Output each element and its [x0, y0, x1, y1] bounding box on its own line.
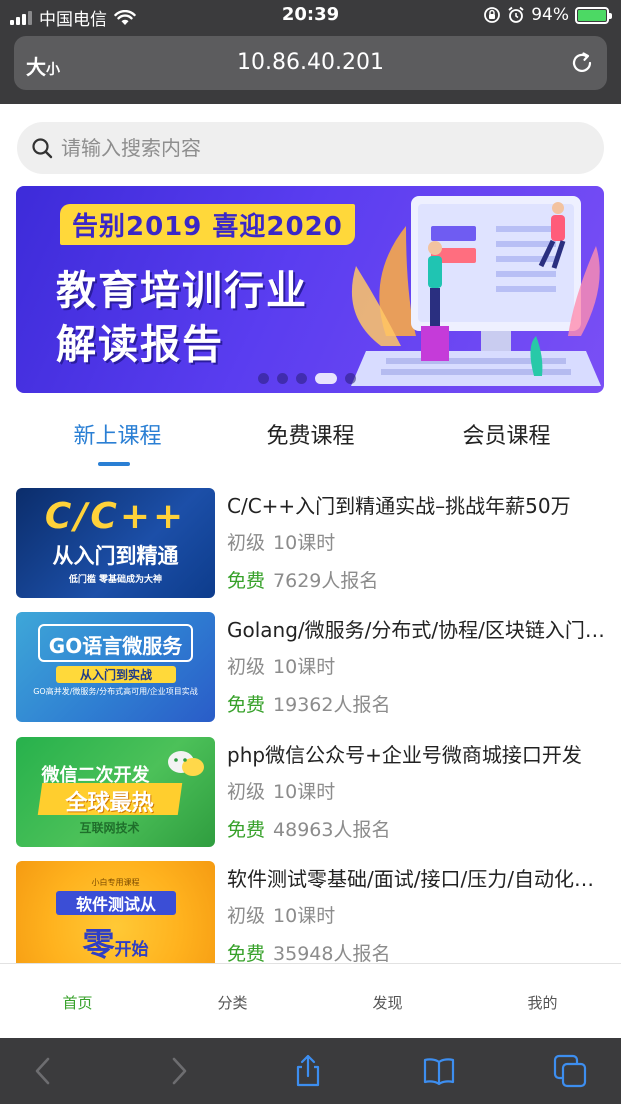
carousel-dot[interactable] [345, 373, 356, 384]
browser-toolbar [0, 1038, 621, 1104]
course-lessons: 10课时 [273, 656, 336, 678]
nav-discover[interactable]: 发现 [310, 992, 465, 1013]
course-level: 初级 [227, 905, 266, 927]
course-thumbnail[interactable]: GO语言微服务 从入门到实战 GO高并发/微服务/分布式高可用/企业项目实战 [16, 612, 215, 722]
thumb-subtitle: 软件测试从 [56, 891, 176, 915]
back-icon[interactable] [27, 1054, 61, 1088]
nav-mine[interactable]: 我的 [465, 992, 620, 1013]
course-meta: 初级 10课时 [227, 777, 335, 804]
course-item[interactable]: GO语言微服务 从入门到实战 GO高并发/微服务/分布式高可用/企业项目实战 G… [16, 612, 606, 722]
thumb-title: C/C++ [44, 496, 187, 537]
tab-free-courses[interactable]: 免费课程 [207, 418, 414, 450]
course-thumbnail[interactable]: C/C++ 从入门到精通 低门槛 零基础成为大神 [16, 488, 215, 598]
course-item[interactable]: 微信二次开发 全球最热 互联网技术 php微信公众号+企业号微商城接口开发 初级… [16, 737, 606, 847]
course-title[interactable]: php微信公众号+企业号微商城接口开发 [227, 739, 605, 768]
thumb-title: GO语言微服务 [48, 634, 183, 658]
carousel-dot[interactable] [277, 373, 288, 384]
course-enrolled: 19362人报名 [273, 694, 391, 716]
course-price: 免费 [227, 819, 266, 841]
course-enrolled: 7629人报名 [273, 570, 379, 592]
banner-headline: 教育培训行业 [56, 268, 308, 314]
course-lessons: 10课时 [273, 905, 336, 927]
course-thumbnail[interactable]: 微信二次开发 全球最热 互联网技术 [16, 737, 215, 847]
active-tab-indicator [98, 462, 130, 466]
status-bar: 中国电信 20:39 94% [0, 0, 621, 32]
course-meta: 初级 10课时 [227, 528, 335, 555]
course-price-row: 免费 48963人报名 [227, 815, 390, 842]
search-icon [32, 138, 53, 159]
forward-icon[interactable] [161, 1054, 195, 1088]
tab-member-courses[interactable]: 会员课程 [403, 418, 610, 450]
course-price: 免费 [227, 570, 266, 592]
reload-icon[interactable] [569, 50, 595, 76]
course-item[interactable]: C/C++ 从入门到精通 低门槛 零基础成为大神 C/C++入门到精通实战–挑战… [16, 488, 606, 598]
wechat-icon [168, 751, 204, 776]
course-enrolled: 48963人报名 [273, 819, 391, 841]
carousel-indicator[interactable] [258, 373, 356, 384]
status-right: 94% [483, 5, 612, 25]
nav-home[interactable]: 首页 [0, 992, 155, 1013]
carousel-dot[interactable] [296, 373, 307, 384]
thumb-caption: 小白专用课程 [91, 878, 140, 887]
browser-top-chrome: 中国电信 20:39 94% 大小 10.86.40.201 [0, 0, 621, 104]
course-title[interactable]: Golang/微服务/分布式/协程/区块链入门实战 [227, 614, 605, 643]
address-bar[interactable]: 大小 10.86.40.201 [14, 36, 607, 90]
search-input[interactable] [61, 122, 581, 174]
thumb-caption: GO高并发/微服务/分布式高可用/企业项目实战 [33, 687, 198, 696]
course-meta: 初级 10课时 [227, 652, 335, 679]
battery-icon [575, 6, 612, 24]
bottom-tab-bar: 首页 分类 发现 我的 [0, 963, 621, 1038]
course-thumbnail[interactable]: 小白专用课程 软件测试从 零开始 [16, 861, 215, 971]
tabs-icon[interactable] [553, 1054, 587, 1088]
url-text[interactable]: 10.86.40.201 [14, 50, 607, 75]
share-icon[interactable] [291, 1054, 325, 1088]
course-level: 初级 [227, 656, 266, 678]
tab-new-courses[interactable]: 新上课程 [14, 418, 221, 450]
banner-subheadline: 解读报告 [56, 322, 224, 368]
banner-tag: 告别2019 喜迎2020 [60, 204, 355, 245]
course-title[interactable]: C/C++入门到精通实战–挑战年薪50万 [227, 490, 605, 519]
thumb-subtitle: 全球最热 [65, 791, 154, 816]
thumb-zero: 零 [82, 925, 115, 963]
thumb-start: 开始 [114, 940, 149, 960]
course-price-row: 免费 35948人报名 [227, 939, 390, 966]
course-title[interactable]: 软件测试零基础/面试/接口/压力/自动化测试 [227, 863, 605, 892]
alarm-icon [508, 6, 524, 23]
bookmarks-icon[interactable] [422, 1054, 456, 1088]
course-level: 初级 [227, 532, 266, 554]
course-tabs: 新上课程 免费课程 会员课程 [0, 418, 621, 468]
search-bar[interactable] [17, 122, 604, 174]
course-price-row: 免费 19362人报名 [227, 690, 390, 717]
thumb-subtitle: 从入门到精通 [52, 544, 179, 568]
course-lessons: 10课时 [273, 532, 336, 554]
course-level: 初级 [227, 781, 266, 803]
orientation-lock-icon [484, 7, 501, 23]
thumb-caption: 低门槛 零基础成为大神 [68, 575, 163, 585]
battery-percent: 94% [531, 5, 569, 25]
carousel-dot-active[interactable] [315, 373, 337, 384]
course-price-row: 免费 7629人报名 [227, 566, 378, 593]
course-price: 免费 [227, 943, 266, 965]
thumb-caption: 互联网技术 [79, 821, 140, 835]
carousel-dot[interactable] [258, 373, 269, 384]
course-enrolled: 35948人报名 [273, 943, 391, 965]
course-price: 免费 [227, 694, 266, 716]
banner-illustration [351, 196, 601, 386]
course-item[interactable]: 小白专用课程 软件测试从 零开始 软件测试零基础/面试/接口/压力/自动化测试 … [16, 861, 606, 971]
course-meta: 初级 10课时 [227, 901, 335, 928]
course-lessons: 10课时 [273, 781, 336, 803]
thumb-big-text: 零开始 [16, 919, 215, 965]
nav-category[interactable]: 分类 [155, 992, 310, 1013]
thumb-subtitle: 从入门到实战 [56, 666, 176, 683]
promo-banner[interactable]: 告别2019 喜迎2020 教育培训行业 解读报告 [16, 186, 604, 393]
